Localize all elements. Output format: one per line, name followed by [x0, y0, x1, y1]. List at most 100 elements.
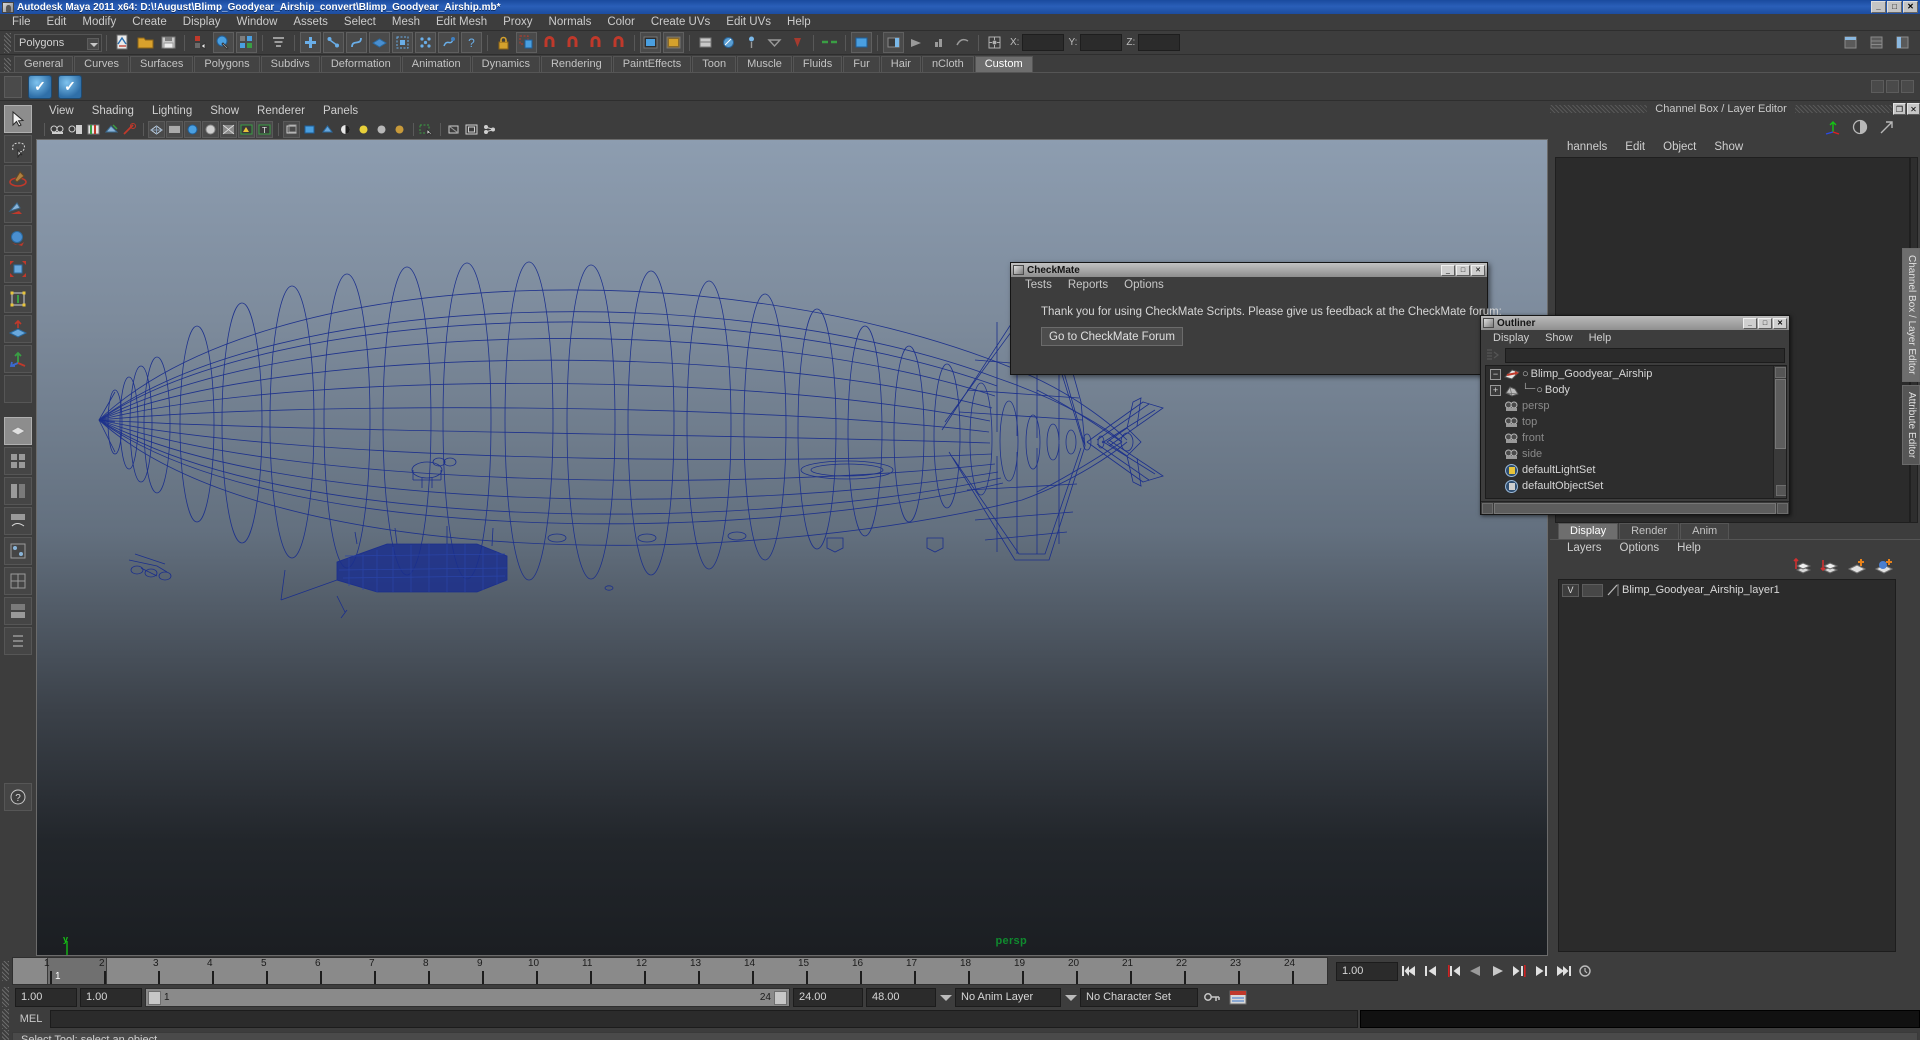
channel-box-restore-button[interactable]: ❐: [1893, 103, 1906, 115]
create-empty-layer-icon[interactable]: [1847, 557, 1867, 577]
lock-icon[interactable]: [493, 32, 514, 53]
outliner-window[interactable]: Outliner _ □ ✕ Display Show Help − ○ Bli…: [1480, 315, 1790, 515]
show-manipulator-icon[interactable]: [4, 345, 32, 373]
viewport-menu-lighting[interactable]: Lighting: [143, 103, 201, 120]
animation-start-time-input[interactable]: 1.00: [15, 987, 77, 1007]
window-minimize-button[interactable]: _: [1871, 1, 1886, 13]
animation-end-time-input[interactable]: 48.00: [866, 987, 936, 1007]
checkmate-dialog[interactable]: CheckMate _ □ ✕ Tests Reports Options Th…: [1010, 262, 1502, 375]
image-plane-icon[interactable]: [103, 121, 120, 138]
outliner-search-input[interactable]: [1505, 347, 1785, 363]
save-scene-icon[interactable]: [158, 32, 179, 53]
range-slider[interactable]: 1 24: [145, 987, 790, 1007]
menu-modify[interactable]: Modify: [74, 14, 124, 31]
move-tool-icon[interactable]: [4, 195, 32, 223]
shelf-tab-subdivs[interactable]: Subdivs: [260, 56, 320, 72]
menu-create-uvs[interactable]: Create UVs: [643, 14, 718, 31]
select-camera-icon[interactable]: [49, 121, 66, 138]
paint-select-tool-icon[interactable]: [4, 165, 32, 193]
range-right-handle[interactable]: [774, 990, 787, 1005]
layer-visibility-toggle[interactable]: V: [1562, 583, 1579, 597]
shelf-tab-painteffects[interactable]: PaintEffects: [612, 56, 692, 72]
play-forwards-icon[interactable]: [1486, 961, 1508, 981]
camera-attributes-icon[interactable]: [67, 121, 84, 138]
channel-box-close-button[interactable]: ✕: [1907, 103, 1920, 115]
shelf-scroll-right-icon[interactable]: [1886, 80, 1899, 93]
menu-edit-mesh[interactable]: Edit Mesh: [428, 14, 495, 31]
shelf-tab-polygons[interactable]: Polygons: [194, 56, 260, 72]
menu-color[interactable]: Color: [599, 14, 642, 31]
outliner-item-side[interactable]: side: [1486, 446, 1772, 462]
chevron-down-icon[interactable]: [1064, 991, 1077, 1004]
checkmate-maximize-button[interactable]: □: [1456, 264, 1470, 276]
help-tool-icon[interactable]: ?: [4, 783, 32, 811]
checkmate-menu-options[interactable]: Options: [1116, 277, 1172, 294]
menu-create[interactable]: Create: [124, 14, 175, 31]
shelf-options-box[interactable]: [4, 75, 22, 98]
viewport-menu-show[interactable]: Show: [201, 103, 248, 120]
move-layer-up-icon[interactable]: [1793, 557, 1813, 577]
exposure-icon[interactable]: [121, 121, 138, 138]
shelf-tab-fluids[interactable]: Fluids: [792, 56, 843, 72]
outliner-vertical-scrollbar[interactable]: [1773, 366, 1786, 498]
outliner-tree[interactable]: − ○ Blimp_Goodyear_Airship + └─ ○ Body p…: [1485, 365, 1787, 499]
shelf-tab-muscle[interactable]: Muscle: [737, 56, 792, 72]
playback-end-time-input[interactable]: 24.00: [793, 987, 863, 1007]
outliner-item-blimp-goodyear-airship[interactable]: − ○ Blimp_Goodyear_Airship: [1486, 366, 1772, 382]
menu-select[interactable]: Select: [336, 14, 384, 31]
wireframe-on-shaded-icon[interactable]: [220, 121, 237, 138]
menu-mesh[interactable]: Mesh: [384, 14, 428, 31]
isolate-select-icon[interactable]: [418, 121, 435, 138]
xray-display-icon[interactable]: [283, 121, 300, 138]
menu-file[interactable]: File: [4, 14, 39, 31]
ipr-render-icon[interactable]: [663, 32, 684, 53]
command-line-grip[interactable]: [2, 1009, 9, 1029]
shelf-tab-general[interactable]: General: [14, 56, 74, 72]
command-input[interactable]: [50, 1010, 1358, 1028]
mask-edge-icon[interactable]: [323, 32, 344, 53]
light-icon[interactable]: [764, 32, 785, 53]
go-to-end-icon[interactable]: [1552, 961, 1574, 981]
mask-pivot-icon[interactable]: [415, 32, 436, 53]
open-render-settings-icon[interactable]: [695, 32, 716, 53]
playback-start-time-input[interactable]: 1.00: [80, 987, 142, 1007]
outliner-item-default-light-set[interactable]: defaultLightSet: [1486, 462, 1772, 478]
scroll-down-icon[interactable]: [1776, 485, 1786, 496]
text-display-icon[interactable]: T: [256, 121, 273, 138]
checkmate-menu-reports[interactable]: Reports: [1060, 277, 1116, 294]
panel-drag-dots[interactable]: [1794, 105, 1892, 113]
move-layer-down-icon[interactable]: [1820, 557, 1840, 577]
shelf-scroll-left-icon[interactable]: [1871, 80, 1884, 93]
go-to-start-icon[interactable]: [1398, 961, 1420, 981]
smooth-shade-all-icon[interactable]: [166, 121, 183, 138]
character-set-selector[interactable]: No Character Set: [1080, 987, 1198, 1007]
command-language-label[interactable]: MEL: [12, 1013, 50, 1025]
select-by-component-type-icon[interactable]: [236, 32, 257, 53]
current-frame-input[interactable]: 1.00: [1336, 961, 1398, 981]
check-icon[interactable]: ✓: [58, 74, 82, 99]
magnet-point-icon[interactable]: [562, 32, 583, 53]
share-node-icon[interactable]: [481, 121, 498, 138]
play-backwards-icon[interactable]: [1464, 961, 1486, 981]
snap-grid-icon[interactable]: [516, 32, 537, 53]
mask-hull-icon[interactable]: [392, 32, 413, 53]
menu-normals[interactable]: Normals: [541, 14, 600, 31]
bookmarks-icon[interactable]: [85, 121, 102, 138]
channel-menu-object[interactable]: Object: [1654, 139, 1705, 156]
default-light-icon[interactable]: [301, 121, 318, 138]
scroll-left-icon[interactable]: [1482, 502, 1493, 514]
filter-icon[interactable]: [1485, 348, 1501, 362]
range-left-handle[interactable]: [148, 990, 161, 1005]
layer-playback-toggle[interactable]: [1582, 583, 1603, 597]
show-attribute-editor-icon[interactable]: [1866, 32, 1887, 53]
component-mask-icon[interactable]: [268, 32, 289, 53]
mask-vertex-icon[interactable]: [300, 32, 321, 53]
half-circle-icon[interactable]: [1851, 119, 1869, 138]
outliner-minimize-button[interactable]: _: [1743, 317, 1757, 329]
menu-help[interactable]: Help: [779, 14, 819, 31]
sidebar-toggle-1-icon[interactable]: [883, 32, 904, 53]
render-view-icon[interactable]: [640, 32, 661, 53]
mask-face-icon[interactable]: [369, 32, 390, 53]
outliner-item-front[interactable]: front: [1486, 430, 1772, 446]
checkmate-close-button[interactable]: ✕: [1471, 264, 1485, 276]
